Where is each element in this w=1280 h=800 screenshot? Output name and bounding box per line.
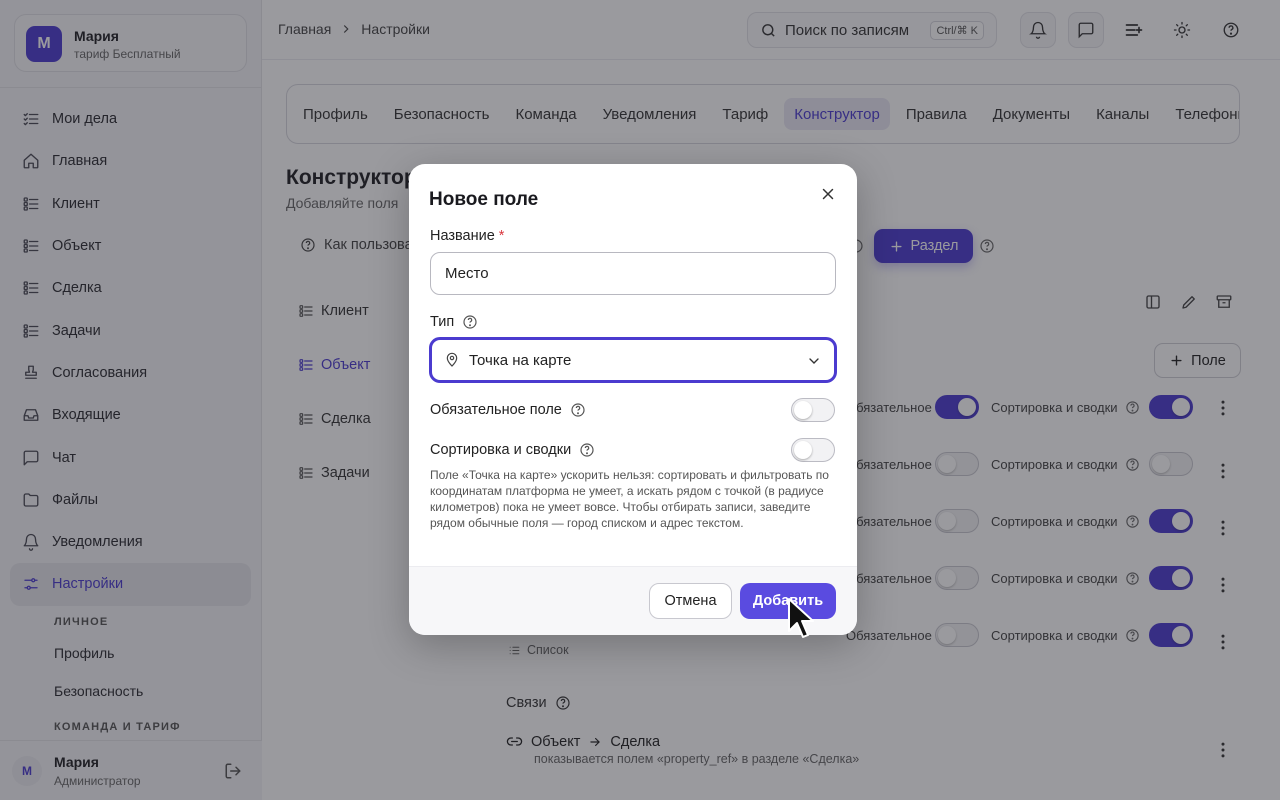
name-label: Название * — [430, 228, 504, 244]
help-icon[interactable] — [570, 402, 586, 418]
name-label-text: Название — [430, 228, 495, 244]
sorting-toggle[interactable] — [791, 438, 835, 462]
required-switch-label: Обязательное поле — [430, 402, 586, 418]
type-label-text: Тип — [430, 314, 455, 330]
close-icon[interactable] — [819, 185, 837, 203]
required-mark: * — [498, 228, 505, 244]
required-toggle[interactable] — [791, 398, 835, 422]
map-pin-icon — [444, 352, 460, 368]
sorting-switch-label: Сортировка и сводки — [430, 442, 595, 458]
field-name-input[interactable] — [430, 252, 836, 295]
help-icon[interactable] — [462, 314, 478, 330]
help-icon[interactable] — [579, 442, 595, 458]
type-limitation-note: Поле «Точка на карте» ускорить нельзя: с… — [430, 468, 829, 530]
field-type-select[interactable]: Точка на карте — [429, 337, 837, 383]
type-label: Тип — [430, 314, 478, 330]
sorting-switch-text: Сортировка и сводки — [430, 442, 572, 458]
chevron-down-icon — [806, 353, 822, 369]
dialog-title: Новое поле — [429, 189, 539, 210]
field-type-value: Точка на карте — [469, 351, 572, 369]
required-switch-text: Обязательное поле — [430, 402, 562, 418]
new-field-dialog: Новое поле Название * Тип Точка на карте… — [409, 164, 857, 635]
mouse-cursor-icon — [788, 598, 814, 638]
cancel-button[interactable]: Отмена — [649, 583, 732, 619]
